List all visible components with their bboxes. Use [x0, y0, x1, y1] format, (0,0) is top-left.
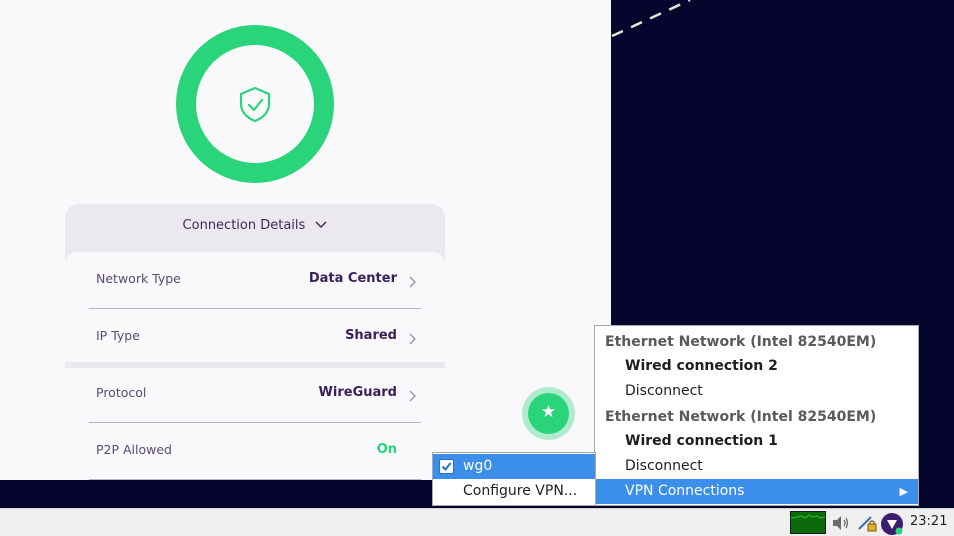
vpn-connections-label: VPN Connections — [625, 483, 745, 499]
connection-details-list: Network Type Data Center IP Type Shared … — [65, 252, 445, 492]
detail-label: IP Type — [96, 328, 140, 343]
detail-value: WireGuard — [318, 385, 397, 400]
detail-row-ip-type[interactable]: IP Type Shared — [89, 309, 421, 366]
chevron-down-icon — [315, 218, 327, 233]
disconnect-item[interactable]: Disconnect — [595, 379, 918, 404]
vpn-app-tray-icon[interactable] — [880, 512, 903, 535]
connection-details-toggle[interactable]: Connection Details — [65, 218, 445, 233]
detail-label: Protocol — [96, 385, 147, 400]
vpn-connections-item[interactable]: VPN Connections ▶ — [595, 479, 918, 504]
network-section-header: Ethernet Network (Intel 82540EM) — [605, 334, 877, 350]
submenu-arrow-icon: ▶ — [899, 485, 908, 498]
network-vpn-icon[interactable] — [856, 512, 878, 534]
detail-row-protocol[interactable]: Protocol WireGuard — [89, 366, 421, 423]
network-context-menu: Ethernet Network (Intel 82540EM) Wired c… — [594, 325, 919, 506]
favorite-button-inner: ★ — [528, 393, 569, 434]
disconnect-item[interactable]: Disconnect — [595, 454, 918, 479]
vpn-submenu: wg0 Configure VPN... — [432, 452, 596, 506]
vpn-item-label: wg0 — [463, 458, 493, 474]
detail-value: Shared — [345, 328, 397, 343]
taskbar: 23:21 — [0, 508, 954, 536]
chevron-right-icon — [409, 330, 417, 349]
chevron-right-icon — [409, 387, 417, 406]
network-section-header: Ethernet Network (Intel 82540EM) — [605, 409, 877, 425]
wired-connection-2-item[interactable]: Wired connection 2 — [595, 354, 918, 379]
chevron-right-icon — [409, 273, 417, 292]
p2p-status-value: On — [376, 442, 397, 457]
detail-label: P2P Allowed — [96, 442, 172, 457]
detail-label: Network Type — [96, 271, 181, 286]
volume-icon[interactable] — [830, 512, 852, 534]
configure-vpn-item[interactable]: Configure VPN... — [433, 479, 595, 504]
vpn-item-wg0[interactable]: wg0 — [433, 454, 595, 479]
clock[interactable]: 23:21 — [910, 514, 947, 529]
detail-value: Data Center — [308, 271, 397, 286]
checkbox-checked-icon[interactable] — [439, 459, 454, 474]
detail-row-network-type[interactable]: Network Type Data Center — [89, 252, 421, 309]
cpu-usage-graph[interactable] — [790, 511, 826, 534]
details-section-divider — [65, 362, 445, 368]
connection-status-center — [196, 45, 314, 163]
star-icon: ★ — [540, 402, 557, 422]
favorite-button[interactable]: ★ — [522, 387, 575, 440]
detail-row-p2p-allowed[interactable]: P2P Allowed On — [89, 423, 421, 480]
shield-check-icon — [239, 86, 271, 123]
connection-status-ring[interactable] — [176, 25, 334, 183]
connection-details-label: Connection Details — [182, 218, 306, 233]
wired-connection-1-item[interactable]: Wired connection 1 — [595, 429, 918, 454]
